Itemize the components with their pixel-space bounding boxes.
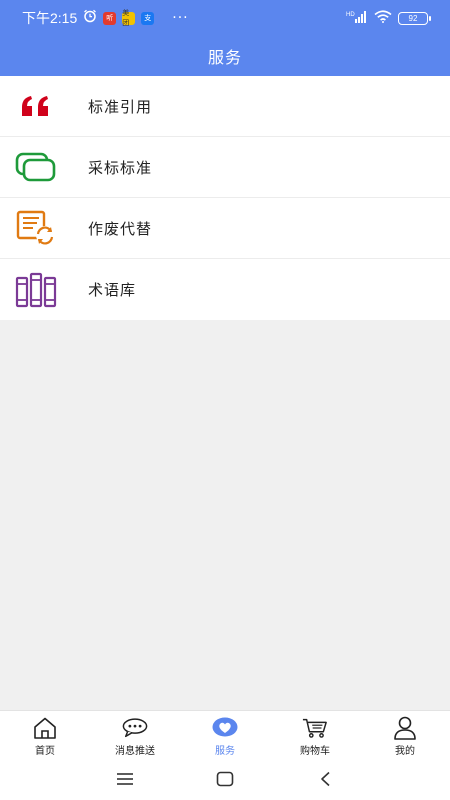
alarm-clock-icon [83, 9, 97, 27]
more-notifications-icon: ··· [172, 10, 189, 26]
document-refresh-icon [14, 206, 58, 250]
user-icon [392, 716, 418, 740]
cellular-signal-icon: HD [346, 10, 368, 27]
home-square-icon[interactable] [175, 764, 275, 794]
service-item-terminology-library[interactable]: 术语库 [0, 259, 450, 320]
wifi-icon [374, 9, 392, 27]
service-item-standard-citation[interactable]: 标准引用 [0, 76, 450, 137]
status-bar: 下午2:15 听 美团 支 ··· HD 92 [0, 0, 450, 36]
heart-icon [212, 716, 238, 740]
page-title: 服务 [207, 48, 242, 67]
home-icon [32, 716, 58, 740]
notification-app-icon: 美团 [122, 10, 136, 27]
tab-cart[interactable]: 购物车 [270, 711, 360, 758]
service-label: 术语库 [88, 281, 137, 299]
service-list: 标准引用 采标标准 作废代替 术语库 [0, 76, 450, 320]
app-header: 下午2:15 听 美团 支 ··· HD 92 服务 [0, 0, 450, 76]
books-icon [14, 268, 58, 312]
tab-label: 我的 [395, 746, 415, 757]
tab-home[interactable]: 首页 [0, 711, 90, 758]
bottom-tab-bar: 首页 消息推送 服务 购物车 我的 [0, 710, 450, 758]
service-item-adopted-standards[interactable]: 采标标准 [0, 137, 450, 198]
notification-app-icon: 支 [141, 11, 155, 25]
service-label: 作废代替 [88, 219, 153, 238]
service-label: 标准引用 [88, 97, 153, 116]
service-label: 采标标准 [88, 158, 153, 177]
notification-app-icon: 听 [103, 11, 117, 25]
tab-messages[interactable]: 消息推送 [90, 711, 180, 758]
menu-icon[interactable] [75, 764, 175, 794]
stacked-frames-icon [14, 145, 58, 189]
tab-services[interactable]: 服务 [180, 711, 270, 758]
chat-bubble-icon [122, 716, 148, 740]
service-item-obsolete-replacement[interactable]: 作废代替 [0, 198, 450, 259]
quote-icon [14, 84, 58, 128]
tab-label: 首页 [35, 746, 55, 757]
tab-label: 服务 [215, 746, 235, 757]
tab-label: 购物车 [300, 746, 330, 757]
tab-profile[interactable]: 我的 [360, 711, 450, 758]
system-nav-bar [0, 758, 450, 800]
cart-icon [302, 716, 328, 740]
status-time: 下午2:15 [22, 10, 78, 26]
battery-icon: 92 [398, 11, 431, 25]
network-type-label: HD [346, 12, 355, 18]
tab-label: 消息推送 [115, 746, 155, 757]
back-icon[interactable] [275, 764, 375, 794]
